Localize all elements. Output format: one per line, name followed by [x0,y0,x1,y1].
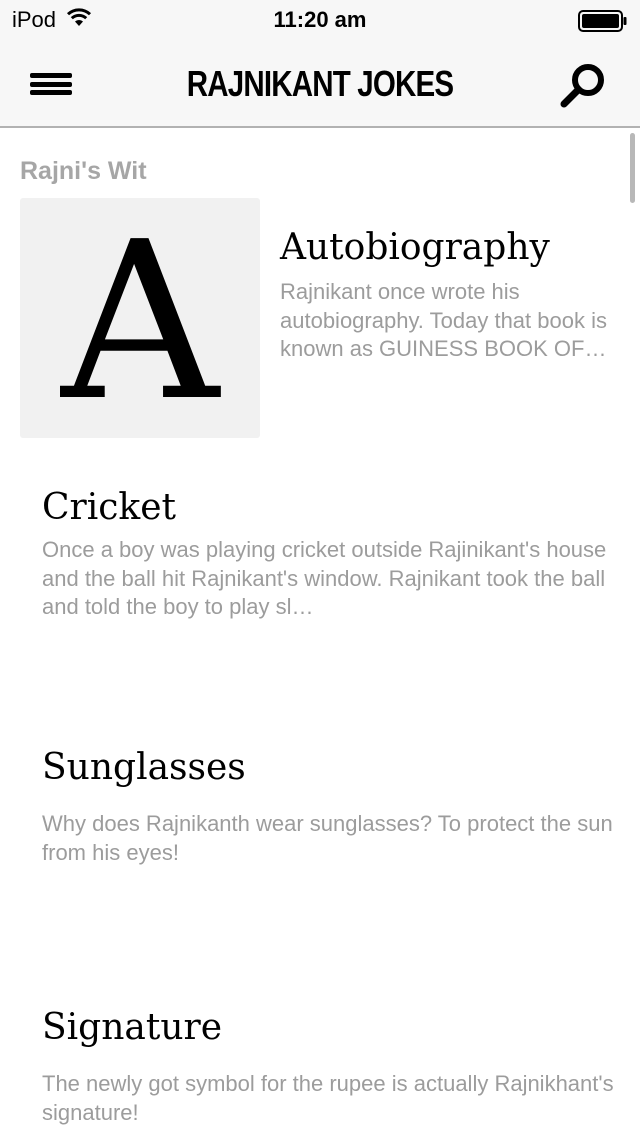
search-icon [560,64,604,108]
joke-title: Sunglasses [42,747,246,788]
joke-snippet: Why does Rajnikanth wear sunglasses? To … [42,811,613,865]
search-button[interactable] [558,60,610,110]
page-title: RAJNIKANT JOKES [186,63,454,104]
joke-title: Autobiography [280,227,550,268]
list-item[interactable]: Signature The newly got symbol for the r… [42,1006,622,1127]
status-bar: iPod 11:20 am [0,0,640,40]
section-header: Rajni's Wit [20,157,147,185]
battery-icon [578,10,628,37]
navigation-bar: RAJNIKANT JOKES [0,40,640,128]
joke-title: Signature [42,1007,223,1048]
joke-title: Cricket [42,487,177,528]
joke-snippet: Once a boy was playing cricket outside R… [42,537,607,619]
list-item[interactable]: Cricket Once a boy was playing cricket o… [42,486,622,622]
list-item[interactable]: Sunglasses Why does Rajnikanth wear sung… [42,746,622,867]
thumbnail-letter: A [61,196,219,449]
joke-thumbnail[interactable]: A [20,198,260,438]
status-time: 11:20 am [273,7,367,32]
joke-snippet: The newly got symbol for the rupee is ac… [42,1071,614,1125]
joke-snippet: Rajnikant once wrote his autobiography. … [280,279,607,361]
scroll-indicator[interactable] [630,133,635,203]
list-item[interactable]: Autobiography Rajnikant once wrote his a… [280,226,620,364]
